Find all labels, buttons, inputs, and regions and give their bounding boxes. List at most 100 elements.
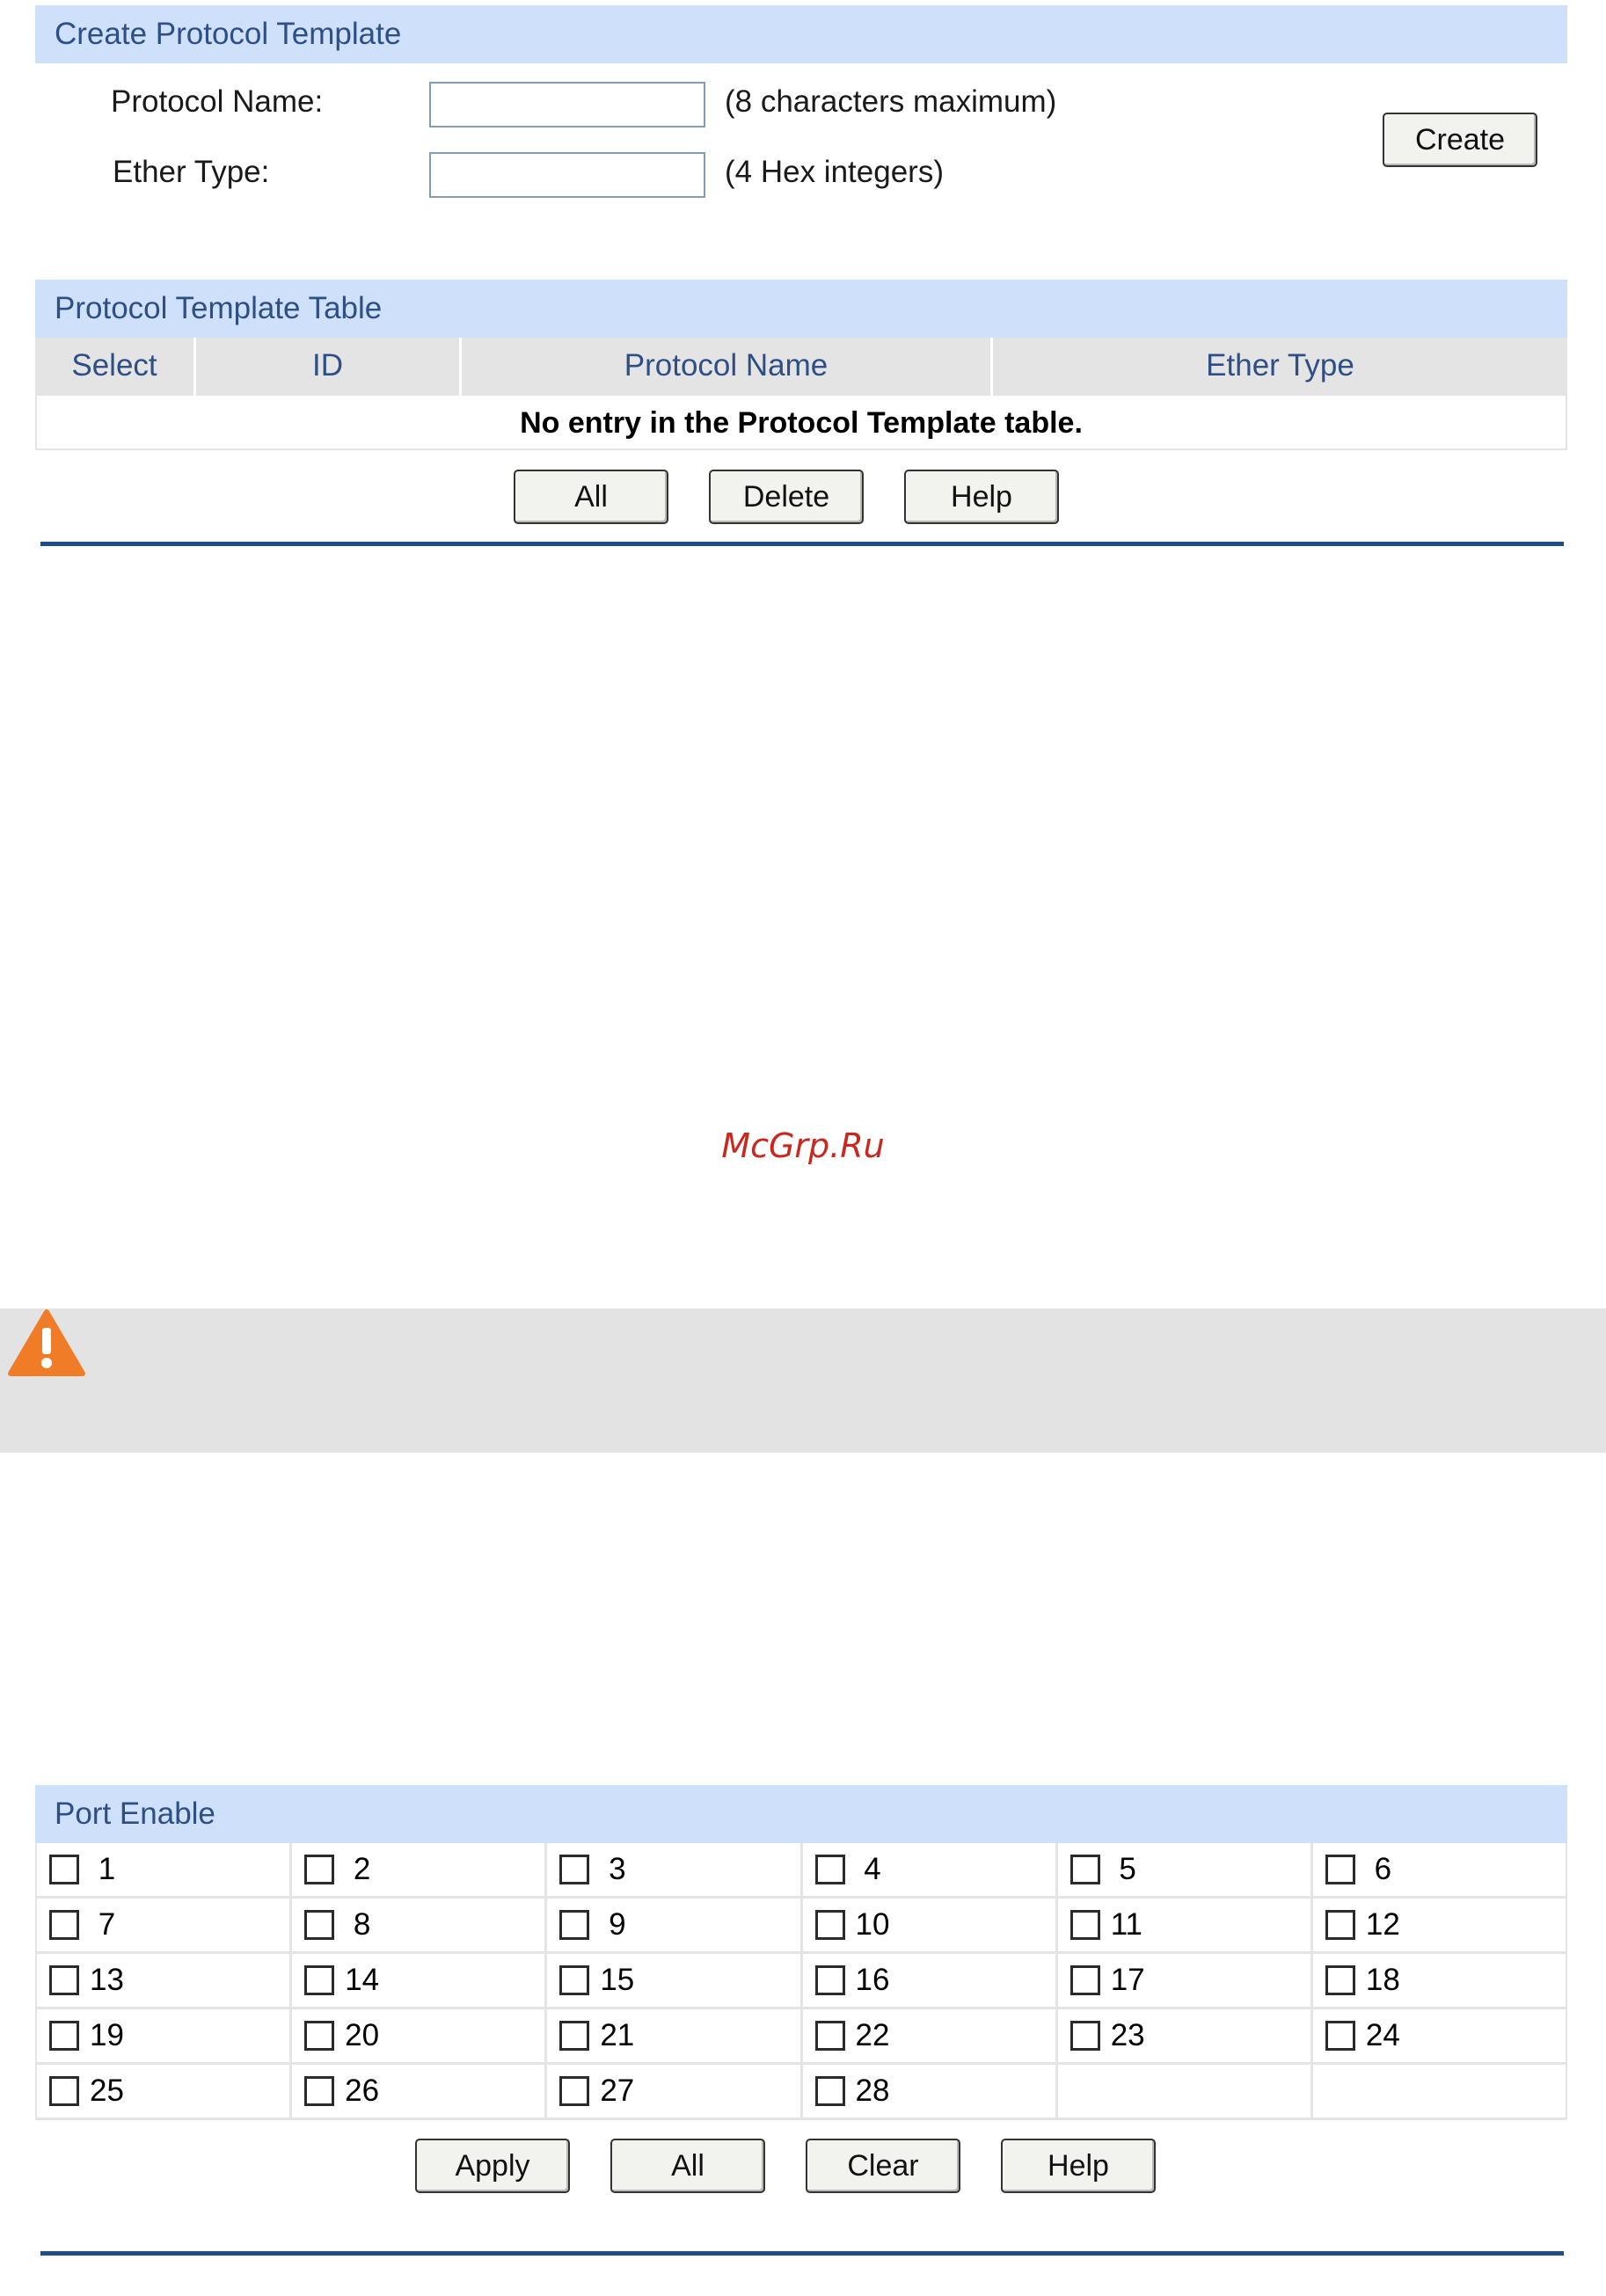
port-row: 1 2 3 4 5 6 xyxy=(35,1843,1567,1899)
warning-icon xyxy=(8,1309,85,1376)
port-label: 15 xyxy=(600,1963,635,1997)
create-protocol-header: Create Protocol Template xyxy=(35,5,1567,63)
select-all-button[interactable]: All xyxy=(514,470,668,524)
port-21-option[interactable]: 21 xyxy=(547,2009,803,2062)
apply-button[interactable]: Apply xyxy=(415,2139,570,2193)
port-label: 12 xyxy=(1365,1907,1400,1942)
port-14-checkbox[interactable] xyxy=(304,1965,335,1995)
port-label: 28 xyxy=(855,2074,890,2108)
port-label: 1 xyxy=(90,1852,116,1886)
port-15-option[interactable]: 15 xyxy=(547,1954,803,2007)
port-label: 7 xyxy=(90,1907,116,1942)
port-1-option[interactable]: 1 xyxy=(37,1843,293,1896)
port-9-checkbox[interactable] xyxy=(559,1910,590,1940)
port-13-option[interactable]: 13 xyxy=(37,1954,293,2007)
port-7-checkbox[interactable] xyxy=(49,1910,79,1940)
port-2-option[interactable]: 2 xyxy=(292,1843,548,1896)
port-17-option[interactable]: 17 xyxy=(1058,1954,1313,2007)
port-27-option[interactable]: 27 xyxy=(547,2065,803,2117)
empty-port-cell xyxy=(1313,2065,1566,2117)
port-11-option[interactable]: 11 xyxy=(1058,1899,1313,1951)
port-10-checkbox[interactable] xyxy=(814,1910,845,1940)
port-10-option[interactable]: 10 xyxy=(803,1899,1058,1951)
bottom-divider xyxy=(40,2251,1564,2256)
port-label: 10 xyxy=(855,1907,890,1942)
port-2-checkbox[interactable] xyxy=(304,1855,335,1884)
port-1-checkbox[interactable] xyxy=(49,1855,79,1884)
protocol-name-input[interactable] xyxy=(429,82,705,128)
port-label: 17 xyxy=(1110,1963,1145,1997)
port-3-checkbox[interactable] xyxy=(559,1855,590,1884)
port-6-option[interactable]: 6 xyxy=(1313,1843,1566,1896)
port-22-option[interactable]: 22 xyxy=(803,2009,1058,2062)
port-18-option[interactable]: 18 xyxy=(1313,1954,1566,2007)
port-4-checkbox[interactable] xyxy=(814,1855,845,1884)
port-9-option[interactable]: 9 xyxy=(547,1899,803,1951)
port-27-checkbox[interactable] xyxy=(559,2076,590,2106)
port-28-checkbox[interactable] xyxy=(814,2076,845,2106)
empty-port-cell xyxy=(1058,2065,1313,2117)
port-label: 2 xyxy=(345,1852,371,1886)
port-label: 16 xyxy=(855,1963,890,1997)
port-enable-header: Port Enable xyxy=(35,1785,1567,1843)
port-7-option[interactable]: 7 xyxy=(37,1899,293,1951)
port-8-checkbox[interactable] xyxy=(304,1910,335,1940)
port-20-option[interactable]: 20 xyxy=(292,2009,548,2062)
watermark-text: McGrp.Ru xyxy=(721,1126,885,1165)
port-enable-panel: Port Enable 1 2 3 4 5 6 7 8 9 10 11 12 1… xyxy=(35,1785,1567,2242)
port-28-option[interactable]: 28 xyxy=(803,2065,1058,2117)
port-13-checkbox[interactable] xyxy=(49,1965,79,1995)
port-label: 4 xyxy=(855,1852,881,1886)
port-24-option[interactable]: 24 xyxy=(1313,2009,1566,2062)
column-id: ID xyxy=(196,338,462,396)
port-label: 20 xyxy=(345,2018,380,2052)
port-16-option[interactable]: 16 xyxy=(803,1954,1058,2007)
create-button[interactable]: Create xyxy=(1383,113,1537,167)
protocol-template-table-panel: Protocol Template Table Select ID Protoc… xyxy=(35,280,1567,535)
port-3-option[interactable]: 3 xyxy=(547,1843,803,1896)
port-label: 13 xyxy=(90,1963,124,1997)
port-26-checkbox[interactable] xyxy=(304,2076,335,2106)
port-26-option[interactable]: 26 xyxy=(292,2065,548,2117)
port-12-checkbox[interactable] xyxy=(1325,1910,1355,1940)
port-label: 25 xyxy=(90,2074,124,2108)
port-label: 23 xyxy=(1110,2018,1145,2052)
port-label: 26 xyxy=(345,2074,380,2108)
port-15-checkbox[interactable] xyxy=(559,1965,590,1995)
port-label: 19 xyxy=(90,2018,124,2052)
port-18-checkbox[interactable] xyxy=(1325,1965,1355,1995)
port-label: 27 xyxy=(600,2074,635,2108)
port-21-checkbox[interactable] xyxy=(559,2021,590,2051)
port-4-option[interactable]: 4 xyxy=(803,1843,1058,1896)
port-6-checkbox[interactable] xyxy=(1325,1855,1355,1884)
port-23-checkbox[interactable] xyxy=(1069,2021,1100,2051)
port-11-checkbox[interactable] xyxy=(1069,1910,1100,1940)
table-empty-message: No entry in the Protocol Template table. xyxy=(35,396,1567,450)
port-label: 5 xyxy=(1110,1852,1136,1886)
help-button[interactable]: Help xyxy=(904,470,1059,524)
delete-button[interactable]: Delete xyxy=(709,470,864,524)
port-help-button[interactable]: Help xyxy=(1001,2139,1156,2193)
port-19-checkbox[interactable] xyxy=(49,2021,79,2051)
port-25-checkbox[interactable] xyxy=(49,2076,79,2106)
port-label: 6 xyxy=(1365,1852,1392,1886)
port-24-checkbox[interactable] xyxy=(1325,2021,1355,2051)
port-label: 14 xyxy=(345,1963,380,1997)
port-5-option[interactable]: 5 xyxy=(1058,1843,1313,1896)
port-16-checkbox[interactable] xyxy=(814,1965,845,1995)
port-17-checkbox[interactable] xyxy=(1069,1965,1100,1995)
select-all-ports-button[interactable]: All xyxy=(610,2139,765,2193)
port-label: 24 xyxy=(1365,2018,1400,2052)
port-19-option[interactable]: 19 xyxy=(37,2009,293,2062)
port-8-option[interactable]: 8 xyxy=(292,1899,548,1951)
ether-type-input[interactable] xyxy=(429,152,705,198)
port-23-option[interactable]: 23 xyxy=(1058,2009,1313,2062)
clear-button[interactable]: Clear xyxy=(806,2139,960,2193)
port-12-option[interactable]: 12 xyxy=(1313,1899,1566,1951)
port-14-option[interactable]: 14 xyxy=(292,1954,548,2007)
port-5-checkbox[interactable] xyxy=(1069,1855,1100,1884)
port-20-checkbox[interactable] xyxy=(304,2021,335,2051)
port-22-checkbox[interactable] xyxy=(814,2021,845,2051)
port-25-option[interactable]: 25 xyxy=(37,2065,293,2117)
column-protocol-name: Protocol Name xyxy=(462,338,993,396)
